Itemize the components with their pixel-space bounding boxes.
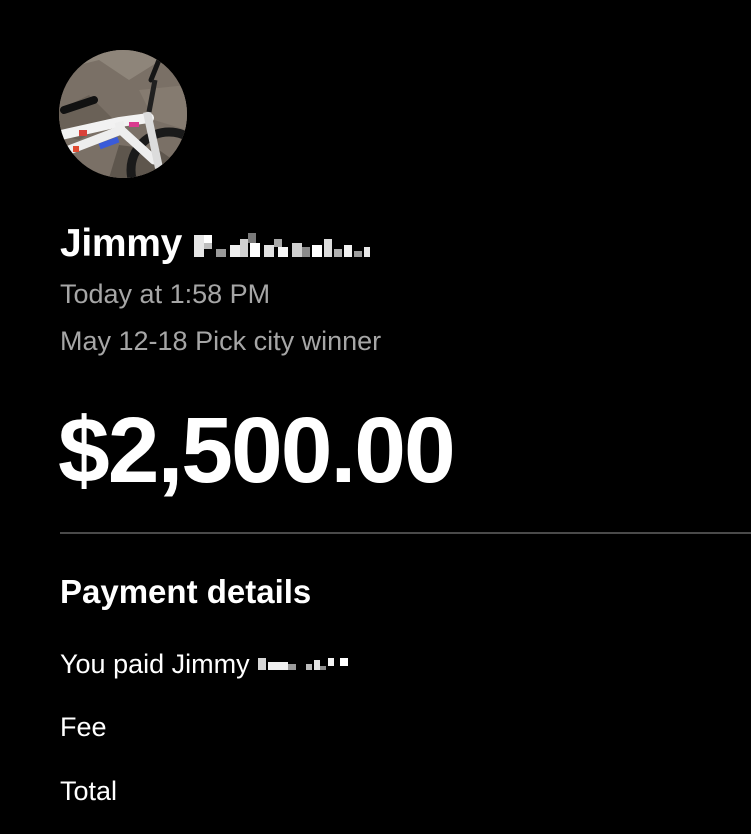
total-label: Total (60, 776, 118, 806)
paid-row: You paid Jimmy (60, 648, 398, 680)
total-row: Total (60, 775, 117, 807)
fee-row: Fee (60, 711, 107, 743)
payment-detail-screen: Jimmy Today at 1:58 PM May 12-18 Pick ci… (0, 0, 751, 834)
payment-details-title: Payment details (60, 573, 312, 610)
redacted-recipient-name (257, 652, 398, 676)
paid-label: You paid Jimmy (60, 649, 250, 679)
fee-label: Fee (60, 712, 107, 742)
payment-timestamp: Today at 1:58 PM (60, 279, 271, 309)
payment-note: May 12-18 Pick city winner (60, 326, 382, 356)
payer-first-name: Jimmy (60, 222, 183, 265)
bike-photo-icon (59, 50, 187, 178)
payment-amount: $2,500.00 (58, 398, 456, 502)
redacted-last-name (194, 225, 394, 263)
avatar[interactable] (59, 50, 187, 178)
divider (60, 532, 751, 534)
payer-name-row: Jimmy (60, 218, 394, 270)
